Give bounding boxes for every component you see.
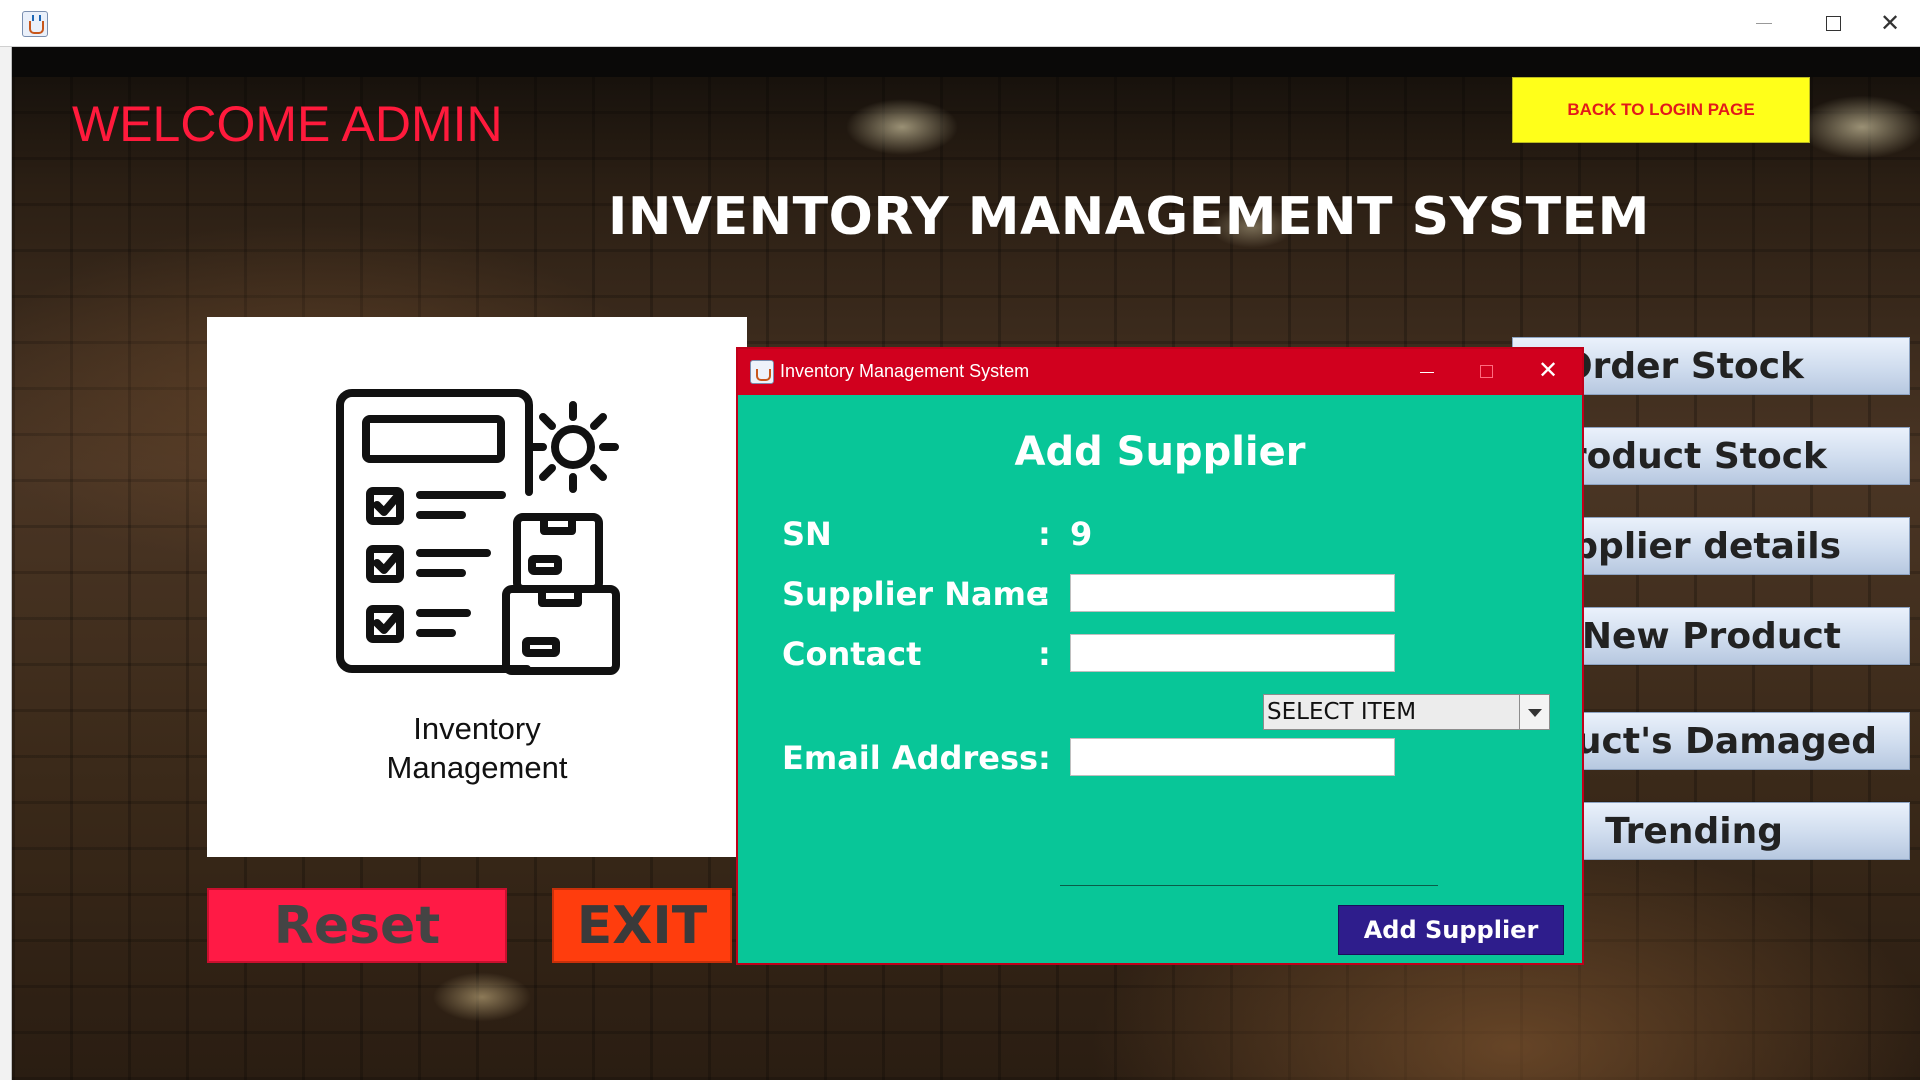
maximize-button[interactable]: [1798, 0, 1868, 47]
email-address-colon: :: [1038, 739, 1051, 777]
supplier-name-colon: :: [1038, 575, 1051, 613]
reset-button[interactable]: Reset: [207, 888, 507, 963]
top-dark-band: [12, 47, 1920, 77]
maximize-icon: [1480, 365, 1493, 378]
minimize-icon: [1420, 372, 1434, 373]
dialog-title: Inventory Management System: [780, 361, 1030, 381]
welcome-label: WELCOME ADMIN: [72, 96, 503, 152]
supplier-name-field[interactable]: [1070, 574, 1395, 612]
dialog-minimize-button[interactable]: [1398, 349, 1458, 395]
email-address-field[interactable]: [1070, 738, 1395, 776]
inventory-checklist-icon: [336, 389, 620, 675]
dialog-maximize-button[interactable]: [1458, 349, 1518, 395]
logo-panel: Inventory Management: [207, 317, 747, 857]
contact-label: Contact: [782, 635, 922, 673]
add-supplier-button[interactable]: Add Supplier: [1338, 905, 1564, 955]
add-supplier-dialog: Inventory Management System ✕ Add Suppli…: [736, 347, 1584, 965]
logo-caption-line2: Management: [386, 750, 568, 785]
back-to-login-button[interactable]: BACK TO LOGIN PAGE: [1512, 77, 1810, 143]
nav-trending-label: Trending: [1605, 810, 1783, 852]
close-icon: ✕: [1880, 9, 1901, 37]
nav-product-stock-label: Product Stock: [1542, 435, 1827, 477]
left-edge-strip: [0, 47, 12, 1080]
close-button[interactable]: ✕: [1868, 0, 1920, 47]
dialog-close-button[interactable]: ✕: [1518, 349, 1582, 395]
item-select-value: SELECT ITEM: [1267, 699, 1417, 725]
java-app-icon: [750, 360, 774, 384]
java-app-icon: [22, 11, 48, 37]
close-icon: ✕: [1538, 356, 1559, 384]
exit-button[interactable]: EXIT: [552, 888, 732, 963]
sn-label: SN: [782, 515, 832, 553]
logo-caption: Inventory Management: [207, 709, 747, 787]
contact-colon: :: [1038, 635, 1051, 673]
maximize-icon: [1826, 16, 1841, 31]
divider: [1060, 885, 1438, 886]
sn-colon: :: [1038, 515, 1051, 553]
nav-order-stock-label: Order Stock: [1562, 345, 1804, 387]
main-panel: WELCOME ADMIN BACK TO LOGIN PAGE INVENTO…: [12, 47, 1920, 1080]
email-address-label: Email Address: [782, 739, 1039, 777]
logo-caption-line1: Inventory: [413, 711, 541, 746]
sn-value: 9: [1070, 515, 1093, 553]
chevron-down-icon[interactable]: [1519, 695, 1549, 729]
minimize-icon: [1756, 23, 1772, 24]
contact-field[interactable]: [1070, 634, 1395, 672]
supplier-name-label: Supplier Name: [782, 575, 1048, 613]
page-title: INVENTORY MANAGEMENT SYSTEM: [608, 187, 1650, 247]
dialog-title-bar: Inventory Management System ✕: [738, 349, 1582, 395]
window-title-bar: ✕: [0, 0, 1920, 47]
dialog-heading: Add Supplier: [1014, 429, 1306, 475]
minimize-button[interactable]: [1728, 0, 1798, 47]
item-select-dropdown[interactable]: SELECT ITEM: [1263, 694, 1550, 730]
